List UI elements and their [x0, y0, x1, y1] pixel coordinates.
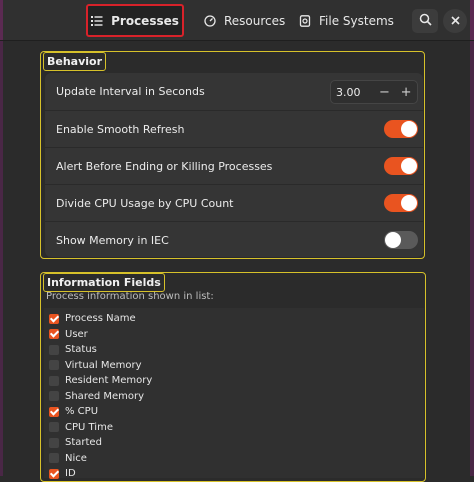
tab-file-systems[interactable]: File Systems [299, 4, 394, 37]
list-item[interactable]: Status [44, 342, 424, 357]
checkbox[interactable] [49, 406, 59, 417]
alert-kill-switch[interactable] [384, 157, 418, 175]
behavior-group-title: Behavior [43, 52, 107, 71]
checkbox[interactable] [49, 422, 59, 432]
list-item[interactable]: Resident Memory [44, 373, 424, 388]
list-item-label: % CPU [65, 406, 99, 417]
smooth-refresh-label: Enable Smooth Refresh [56, 122, 185, 136]
list-item[interactable]: Process Name [44, 311, 424, 326]
list-item[interactable]: Nice [44, 451, 424, 466]
switch-knob [401, 121, 417, 137]
list-item[interactable]: User [44, 327, 424, 342]
alert-kill-label: Alert Before Ending or Killing Processes [56, 159, 273, 173]
checkbox[interactable] [49, 360, 59, 370]
memory-iec-switch[interactable] [384, 231, 418, 249]
information-fields-title: Information Fields [43, 273, 165, 292]
switch-knob [401, 158, 417, 174]
alert-kill-row: Alert Before Ending or Killing Processes [45, 147, 423, 184]
checkbox[interactable] [49, 344, 59, 355]
list-item-label: ID [65, 468, 76, 479]
memory-iec-label: Show Memory in IEC [56, 233, 169, 247]
tab-label: Processes [111, 13, 179, 28]
smooth-refresh-switch[interactable] [384, 120, 418, 138]
checkbox[interactable] [49, 453, 59, 463]
divide-cpu-row: Divide CPU Usage by CPU Count [45, 184, 423, 221]
gauge-icon [204, 14, 216, 27]
list-item-label: CPU Time [65, 421, 113, 433]
close-button[interactable] [443, 9, 467, 33]
decrement-button[interactable]: − [374, 85, 396, 100]
switch-knob [385, 232, 401, 248]
information-fields-list: Process Name User Status Virtual Memory … [44, 308, 424, 481]
checkbox[interactable] [49, 437, 59, 448]
update-interval-spinbutton[interactable]: 3.00 − + [330, 80, 418, 104]
checkbox[interactable] [49, 375, 59, 386]
window-edge-right-lower [470, 41, 474, 476]
search-icon [419, 13, 432, 30]
checkbox[interactable] [49, 391, 59, 401]
list-item[interactable]: CPU Time [44, 420, 424, 435]
memory-iec-row: Show Memory in IEC [45, 221, 423, 258]
window-edge-right [470, 0, 474, 40]
smooth-refresh-row: Enable Smooth Refresh [45, 110, 423, 147]
list-item[interactable]: % CPU [44, 404, 424, 419]
window-edge-left [0, 0, 3, 40]
list-item-label: User [65, 328, 88, 340]
divide-cpu-switch[interactable] [384, 194, 418, 212]
tab-resources[interactable]: Resources [204, 4, 285, 37]
switch-knob [401, 195, 417, 211]
update-interval-row: Update Interval in Seconds 3.00 − + [45, 73, 423, 110]
disk-icon [299, 14, 311, 27]
list-item-label: Resident Memory [65, 375, 153, 386]
list-item-label: Virtual Memory [65, 359, 142, 371]
checkbox[interactable] [49, 468, 59, 479]
list-item[interactable]: Virtual Memory [44, 358, 424, 373]
list-item[interactable]: ID [44, 466, 424, 481]
update-interval-value[interactable]: 3.00 [331, 86, 374, 99]
tab-processes[interactable]: Processes [86, 4, 184, 37]
window-edge-left-lower [0, 41, 3, 476]
header-bar: Processes Resources File Systems [0, 0, 474, 41]
checkbox[interactable] [49, 313, 59, 324]
list-item[interactable]: Started [44, 435, 424, 450]
tab-label: Resources [224, 13, 286, 28]
search-button[interactable] [412, 9, 438, 33]
divide-cpu-label: Divide CPU Usage by CPU Count [56, 196, 234, 210]
list-icon [91, 15, 103, 27]
increment-button[interactable]: + [395, 85, 417, 100]
list-item-label: Shared Memory [65, 390, 145, 402]
tab-label: File Systems [319, 13, 394, 28]
list-item[interactable]: Shared Memory [44, 389, 424, 404]
list-item-label: Started [65, 437, 102, 448]
close-icon [450, 14, 460, 28]
list-item-label: Process Name [65, 313, 136, 324]
list-item-label: Status [65, 344, 97, 355]
information-fields-subtitle: Process information shown in list: [46, 291, 214, 302]
list-item-label: Nice [65, 452, 87, 464]
checkbox[interactable] [49, 329, 59, 339]
behavior-card: Update Interval in Seconds 3.00 − + Enab… [45, 73, 423, 257]
